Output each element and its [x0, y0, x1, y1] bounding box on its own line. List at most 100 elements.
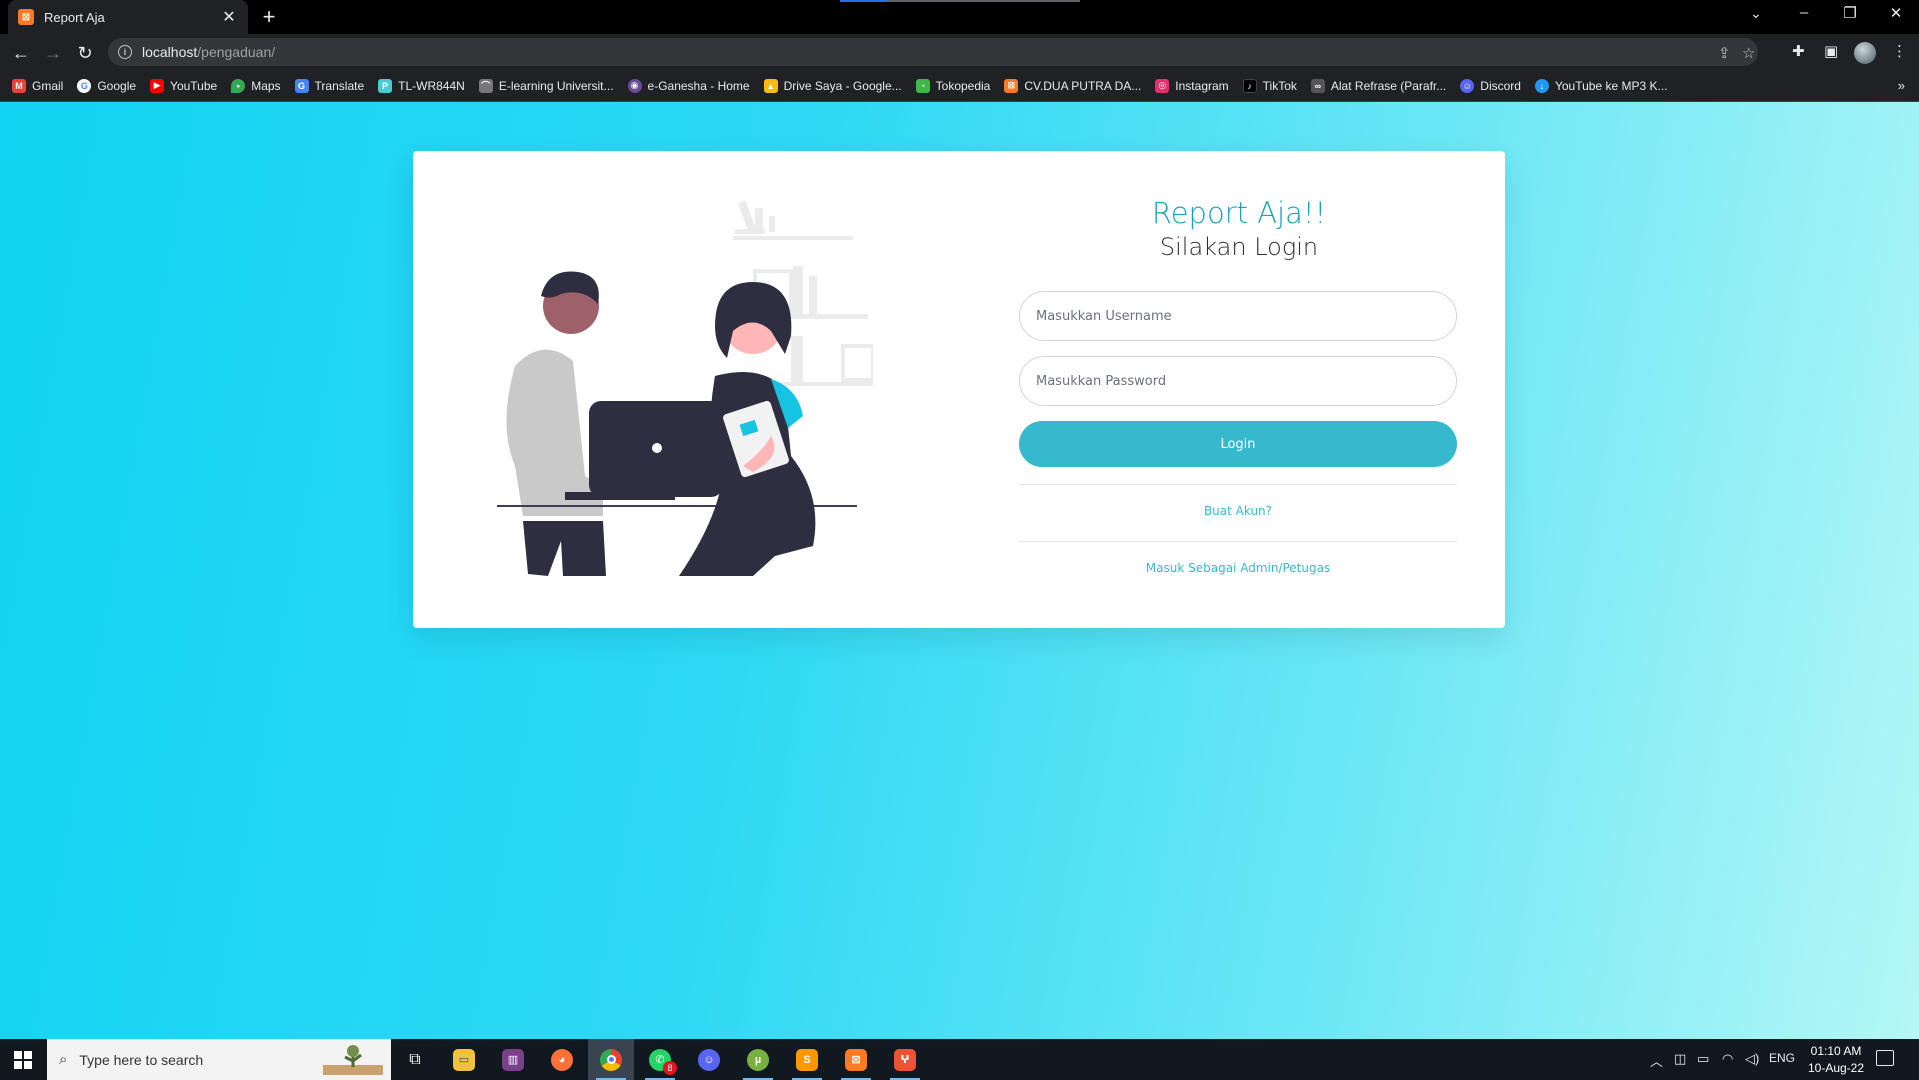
bookmark-elearning[interactable]: ⌒ E-learning Universit...	[478, 78, 614, 93]
login-button[interactable]: Login	[1019, 421, 1457, 467]
refrase-icon: ∞	[1310, 78, 1325, 93]
eganesha-icon: ◉	[627, 78, 642, 93]
search-highlight-art	[323, 1045, 383, 1075]
more-bookmarks-icon[interactable]: »	[1898, 78, 1905, 93]
file-explorer-icon: ▭	[453, 1048, 475, 1071]
login-illustration	[497, 200, 873, 576]
tab-strip-highlight	[888, 0, 1080, 2]
tab-strip: ⊠ Report Aja ✕ + ⌄ – ❐ ✕	[0, 0, 1919, 34]
minimize-button[interactable]: –	[1789, 4, 1819, 21]
firefox-icon: ◕	[551, 1048, 573, 1071]
bookmark-eganesha[interactable]: ◉ e-Ganesha - Home	[627, 78, 750, 93]
winrar-icon: ▥	[502, 1048, 524, 1071]
tiktok-icon: ♪	[1242, 78, 1257, 93]
username-field[interactable]	[1019, 291, 1457, 341]
browser-toolbar: ← → ↻ i localhost/pengaduan/ ⇪ ☆ ✚ ▣ ⋮	[0, 34, 1919, 70]
tplink-icon: P	[378, 78, 393, 93]
drive-icon: ▲	[763, 78, 778, 93]
windows-logo-icon	[14, 1050, 32, 1069]
url-path: /pengaduan/	[197, 44, 276, 60]
tab-loading-indicator	[840, 0, 888, 2]
bookmark-drive[interactable]: ▲ Drive Saya - Google...	[763, 78, 902, 93]
divider	[1019, 541, 1457, 542]
winrar-button[interactable]: ▥	[490, 1039, 536, 1080]
bookmark-youtube-mp3[interactable]: ↓ YouTube ke MP3 K...	[1534, 78, 1667, 93]
notification-center-icon[interactable]	[1876, 1050, 1894, 1066]
bookmark-discord[interactable]: ☺ Discord	[1460, 78, 1521, 93]
tab-report-aja[interactable]: ⊠ Report Aja ✕	[8, 0, 248, 34]
new-tab-button[interactable]: +	[256, 4, 282, 30]
profile-avatar[interactable]	[1854, 42, 1876, 64]
firefox-button[interactable]: ◕	[539, 1039, 585, 1080]
bookmark-tiktok[interactable]: ♪ TikTok	[1242, 78, 1297, 93]
tab-search-icon[interactable]: ⌄	[1750, 5, 1762, 22]
login-subtitle: Silakan Login	[1159, 233, 1319, 261]
utorrent-icon: µ	[747, 1048, 769, 1071]
page-background: Report Aja!! Silakan Login Login Buat Ak…	[0, 102, 1919, 1039]
wifi-icon[interactable]: ◠	[1722, 1051, 1733, 1067]
bookmark-tokopedia[interactable]: ◔ Tokopedia	[915, 78, 990, 93]
xampp-icon: ⊠	[18, 9, 34, 25]
taskbar-search-box[interactable]: ⌕ Type here to search	[47, 1039, 391, 1080]
utorrent-button[interactable]: µ	[735, 1039, 781, 1080]
bookmark-translate[interactable]: G Translate	[294, 78, 364, 93]
brand-title: Report Aja!!	[1151, 196, 1327, 230]
restore-button[interactable]: ❐	[1835, 4, 1865, 22]
show-hidden-icons[interactable]: ︿	[1650, 1051, 1663, 1070]
password-field[interactable]	[1019, 356, 1457, 406]
create-account-link[interactable]: Buat Akun?	[1019, 504, 1457, 518]
whatsapp-button[interactable]: ✆ 8	[637, 1039, 683, 1080]
volume-icon[interactable]: ◁)	[1745, 1051, 1759, 1067]
instagram-icon: ◎	[1155, 78, 1170, 93]
divider	[1019, 484, 1457, 485]
close-window-button[interactable]: ✕	[1881, 4, 1911, 22]
bookmark-star-icon[interactable]: ☆	[1742, 44, 1755, 62]
clock-time[interactable]: 01:10 AM	[1806, 1044, 1866, 1058]
discord-button[interactable]: ☺	[686, 1039, 732, 1080]
clock-date[interactable]: 10-Aug-22	[1806, 1061, 1866, 1075]
reload-button[interactable]: ↻	[72, 40, 98, 66]
maps-icon: •	[231, 78, 246, 93]
close-tab-icon[interactable]: ✕	[220, 7, 238, 27]
forward-button[interactable]: →	[40, 40, 66, 66]
side-panel-icon[interactable]: ▣	[1824, 42, 1838, 60]
task-view-icon: ⧉	[409, 1050, 421, 1068]
sublime-text-button[interactable]: S	[784, 1039, 830, 1080]
share-icon[interactable]: ⇪	[1718, 44, 1731, 62]
tab-title: Report Aja	[44, 9, 105, 25]
chrome-button[interactable]	[588, 1039, 634, 1080]
search-icon: ⌕	[59, 1051, 68, 1068]
back-button[interactable]: ←	[8, 40, 34, 66]
task-view-button[interactable]: ⧉	[392, 1039, 438, 1080]
extensions-icon[interactable]: ✚	[1792, 42, 1805, 60]
discord-icon: ☺	[1460, 78, 1475, 93]
bookmark-refrase[interactable]: ∞ Alat Refrase (Parafr...	[1310, 78, 1446, 93]
bookmark-youtube[interactable]: ▶ YouTube	[150, 78, 217, 93]
gmail-icon: M	[12, 78, 26, 93]
google-icon: G	[77, 78, 92, 93]
start-button[interactable]	[0, 1039, 46, 1080]
download-icon: ↓	[1534, 78, 1549, 93]
battery-icon[interactable]: ▭	[1697, 1051, 1709, 1067]
xampp-button[interactable]: ⊠	[833, 1039, 879, 1080]
windows-taskbar: ⌕ Type here to search ⧉ ▭ ▥ ◕ ✆ 8 ☺ µ S ⊠…	[0, 1039, 1919, 1080]
git-button[interactable]: ⵖ	[882, 1039, 928, 1080]
login-card: Report Aja!! Silakan Login Login Buat Ak…	[413, 151, 1505, 628]
url-host: localhost	[142, 44, 198, 60]
bookmark-google[interactable]: G Google	[77, 78, 136, 93]
bookmark-cv-dua-putra[interactable]: ⊠ CV.DUA PUTRA DA...	[1004, 78, 1141, 93]
bookmarks-bar: M Gmail G Google ▶ YouTube • Maps G Translate…	[0, 70, 1919, 102]
admin-login-link[interactable]: Masuk Sebagai Admin/Petugas	[1019, 561, 1457, 575]
address-bar[interactable]: i localhost/pengaduan/ ⇪ ☆	[108, 38, 1758, 66]
meet-now-icon[interactable]: ◫	[1674, 1051, 1686, 1067]
bookmark-maps[interactable]: • Maps	[231, 78, 281, 93]
language-indicator[interactable]: ENG	[1769, 1051, 1795, 1065]
youtube-icon: ▶	[150, 78, 165, 93]
search-placeholder: Type here to search	[79, 1051, 204, 1068]
file-explorer-button[interactable]: ▭	[441, 1039, 487, 1080]
bookmark-tplink[interactable]: P TL-WR844N	[378, 78, 465, 93]
bookmark-gmail[interactable]: M Gmail	[12, 78, 63, 93]
chrome-menu-icon[interactable]: ⋮	[1892, 42, 1907, 60]
site-info-icon[interactable]: i	[118, 45, 132, 59]
bookmark-instagram[interactable]: ◎ Instagram	[1155, 78, 1229, 93]
